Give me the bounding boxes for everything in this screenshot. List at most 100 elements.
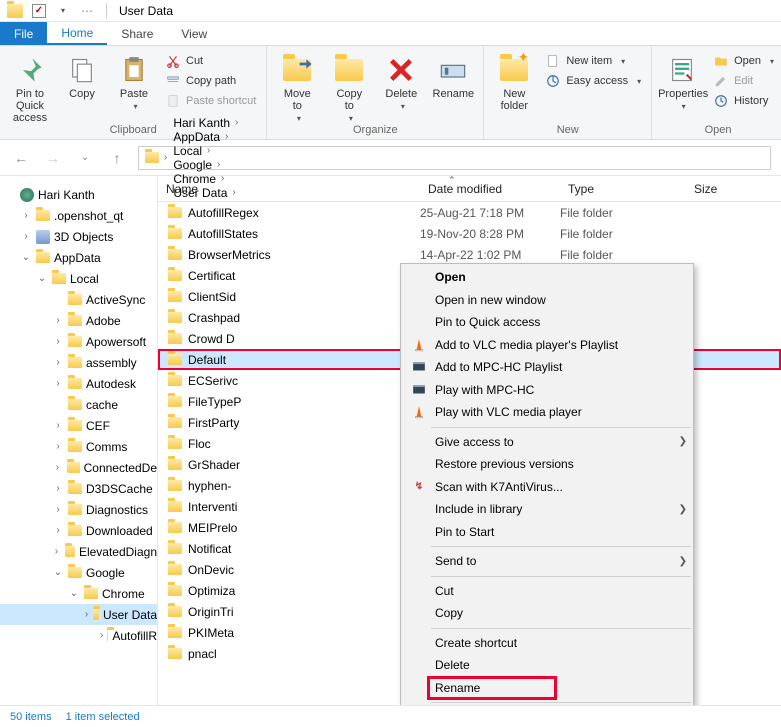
- pin-icon: [16, 56, 44, 84]
- tree-item[interactable]: ›CEF: [0, 415, 157, 436]
- tree-item[interactable]: ›Autodesk: [0, 373, 157, 394]
- context-menu-item[interactable]: Copy: [401, 602, 693, 625]
- tree-item[interactable]: ›Comms: [0, 436, 157, 457]
- status-item-count: 50 items: [10, 711, 52, 723]
- history-button[interactable]: History: [710, 92, 778, 110]
- edit-button[interactable]: Edit: [710, 72, 778, 90]
- delete-icon: [387, 56, 415, 84]
- tree-item[interactable]: ›Diagnostics: [0, 499, 157, 520]
- tree-item[interactable]: ›3D Objects: [0, 226, 157, 247]
- open-button[interactable]: Open▾: [710, 52, 778, 70]
- context-menu-item[interactable]: Create shortcut: [401, 632, 693, 655]
- tree-item[interactable]: ›Adobe: [0, 310, 157, 331]
- forward-button[interactable]: →: [42, 147, 64, 169]
- context-menu-item[interactable]: Play with MPC-HC: [401, 379, 693, 402]
- context-menu-item[interactable]: ↯Scan with K7AntiVirus...: [401, 476, 693, 499]
- qat-overflow-icon[interactable]: ⋯: [78, 2, 96, 20]
- back-button[interactable]: ←: [10, 147, 32, 169]
- move-to-button[interactable]: Move to▾: [273, 50, 321, 124]
- col-header-name[interactable]: Name: [158, 182, 420, 196]
- window-title: User Data: [111, 4, 173, 18]
- recent-dropdown[interactable]: ⌄: [74, 147, 96, 169]
- context-menu-item[interactable]: Add to MPC-HC Playlist: [401, 356, 693, 379]
- tree-item[interactable]: ⌄Google: [0, 562, 157, 583]
- col-header-size[interactable]: Size: [686, 182, 781, 196]
- folder-icon: [168, 228, 182, 239]
- tab-view[interactable]: View: [167, 22, 221, 45]
- breadcrumb-segment[interactable]: Google›: [171, 158, 242, 172]
- context-menu-item[interactable]: Play with VLC media player: [401, 401, 693, 424]
- folder-icon: [168, 438, 182, 449]
- tree-item[interactable]: ⌄Local: [0, 268, 157, 289]
- context-menu-item[interactable]: Add to VLC media player's Playlist: [401, 334, 693, 357]
- breadcrumb-root-icon[interactable]: ›: [143, 152, 171, 163]
- breadcrumb-segment[interactable]: Hari Kanth›: [171, 116, 242, 130]
- tab-file[interactable]: File: [0, 22, 47, 45]
- col-header-date[interactable]: Date modified: [420, 182, 560, 196]
- context-menu-item[interactable]: Open in new window: [401, 289, 693, 312]
- context-menu-item[interactable]: Delete: [401, 654, 693, 677]
- tree-item[interactable]: ActiveSync: [0, 289, 157, 310]
- folder-icon: [168, 522, 182, 533]
- new-item-button[interactable]: New item▾: [542, 52, 645, 70]
- new-item-icon: [546, 54, 560, 68]
- tree-item[interactable]: Hari Kanth: [0, 184, 157, 205]
- cut-button[interactable]: Cut: [162, 52, 260, 70]
- tree-item[interactable]: cache: [0, 394, 157, 415]
- open-icon: [714, 54, 728, 68]
- rename-button[interactable]: Rename: [429, 50, 477, 100]
- context-menu-item[interactable]: Rename: [401, 677, 693, 700]
- folder-icon: [168, 249, 182, 260]
- folder-icon: [168, 417, 182, 428]
- context-menu-item[interactable]: Cut: [401, 580, 693, 603]
- nav-tree[interactable]: Hari Kanth›.openshot_qt›3D Objects⌄AppDa…: [0, 176, 158, 705]
- tree-item[interactable]: ›assembly: [0, 352, 157, 373]
- properties-button[interactable]: Properties▾: [658, 50, 706, 112]
- tree-item[interactable]: ›AutofillR: [0, 625, 157, 646]
- paste-shortcut-button[interactable]: Paste shortcut: [162, 92, 260, 110]
- tree-item[interactable]: ›ConnectedDe: [0, 457, 157, 478]
- folder-icon: [168, 459, 182, 470]
- tree-item[interactable]: ›.openshot_qt: [0, 205, 157, 226]
- breadcrumb-segment[interactable]: Local›: [171, 144, 242, 158]
- tab-share[interactable]: Share: [107, 22, 167, 45]
- context-menu-item[interactable]: Pin to Start: [401, 521, 693, 544]
- copy-to-button[interactable]: Copy to▾: [325, 50, 373, 124]
- tree-item[interactable]: ⌄AppData: [0, 247, 157, 268]
- context-menu-separator: [431, 702, 691, 703]
- context-menu-item[interactable]: Send to❯: [401, 550, 693, 573]
- breadcrumb[interactable]: › Hari Kanth›AppData›Local›Google›Chrome…: [138, 146, 771, 170]
- group-label-organize: Organize: [273, 124, 477, 139]
- table-row[interactable]: AutofillRegex25-Aug-21 7:18 PMFile folde…: [158, 202, 781, 223]
- list-header[interactable]: Name ⌃ Date modified Type Size: [158, 176, 781, 202]
- main-area: Hari Kanth›.openshot_qt›3D Objects⌄AppDa…: [0, 176, 781, 705]
- qat-dropdown-icon[interactable]: ▾: [54, 2, 72, 20]
- tree-item[interactable]: ›Downloaded: [0, 520, 157, 541]
- copy-path-icon: [166, 74, 180, 88]
- tree-item[interactable]: ›ElevatedDiagn: [0, 541, 157, 562]
- tree-item[interactable]: ›Apowersoft: [0, 331, 157, 352]
- up-button[interactable]: ↑: [106, 147, 128, 169]
- group-label-open: Open: [658, 124, 778, 139]
- table-row[interactable]: BrowserMetrics14-Apr-22 1:02 PMFile fold…: [158, 244, 781, 265]
- qat-checkbox-icon[interactable]: ✓: [30, 2, 48, 20]
- tree-item[interactable]: ⌄Chrome: [0, 583, 157, 604]
- paste-button[interactable]: Paste▾: [110, 50, 158, 112]
- tree-item[interactable]: ›D3DSCache: [0, 478, 157, 499]
- tree-item[interactable]: ›User Data: [0, 604, 157, 625]
- table-row[interactable]: AutofillStates19-Nov-20 8:28 PMFile fold…: [158, 223, 781, 244]
- copy-path-button[interactable]: Copy path: [162, 72, 260, 90]
- context-menu-item[interactable]: Pin to Quick access: [401, 311, 693, 334]
- context-menu-item[interactable]: Give access to❯: [401, 431, 693, 454]
- context-menu-item[interactable]: Restore previous versions: [401, 453, 693, 476]
- new-folder-button[interactable]: ✦New folder: [490, 50, 538, 112]
- pin-to-quick-access-button[interactable]: Pin to Quick access: [6, 50, 54, 124]
- copy-button[interactable]: Copy: [58, 50, 106, 100]
- tab-home[interactable]: Home: [47, 22, 107, 45]
- breadcrumb-segment[interactable]: AppData›: [171, 130, 242, 144]
- context-menu-item[interactable]: Open: [401, 266, 693, 289]
- col-header-type[interactable]: Type: [560, 182, 686, 196]
- delete-button[interactable]: Delete▾: [377, 50, 425, 112]
- context-menu-item[interactable]: Include in library❯: [401, 498, 693, 521]
- easy-access-button[interactable]: Easy access▾: [542, 72, 645, 90]
